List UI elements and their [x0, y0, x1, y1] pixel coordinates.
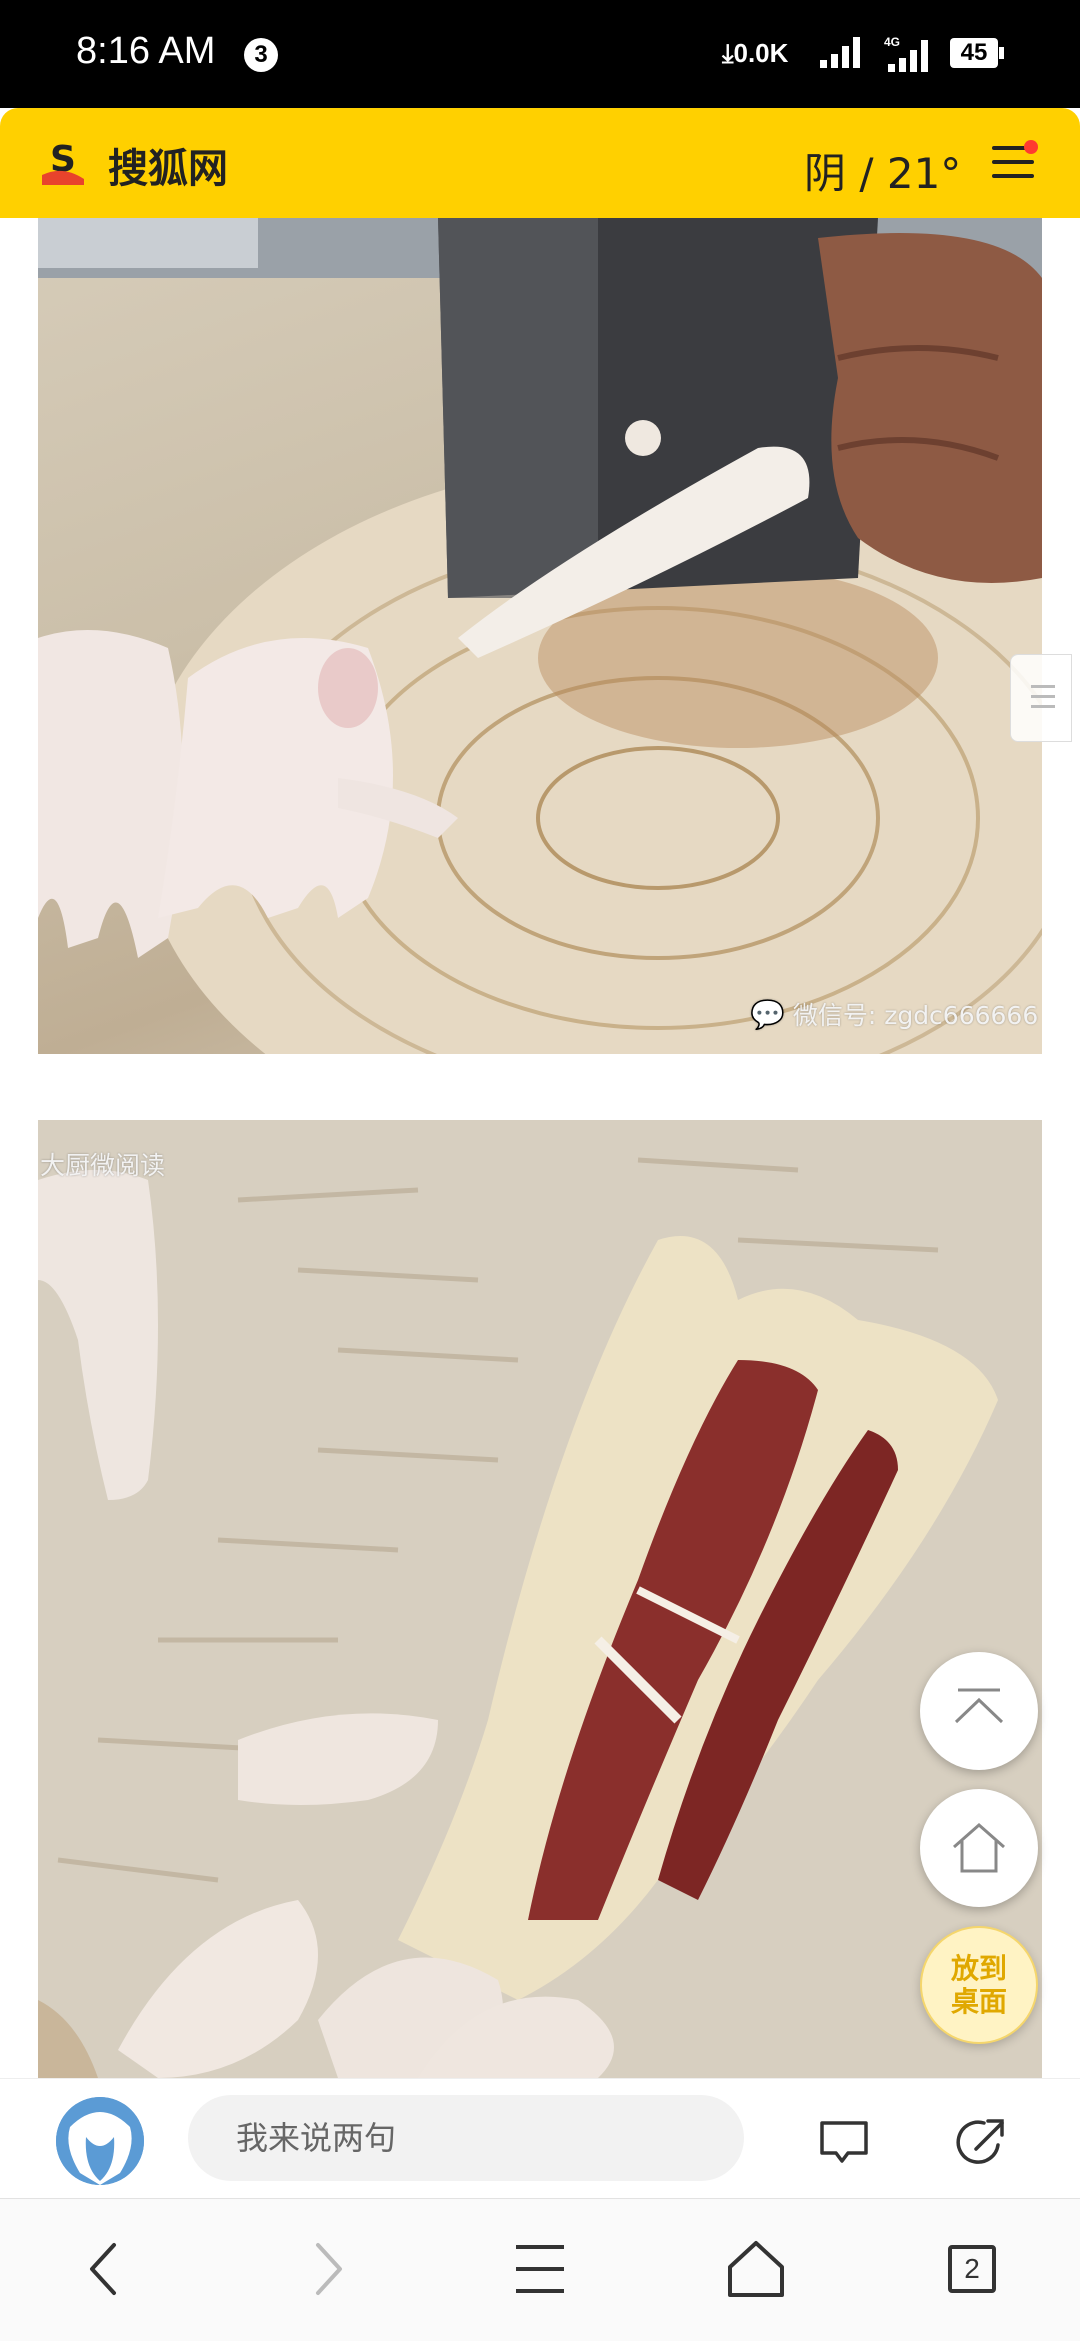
- chopping-chicken-feet-image: [38, 218, 1042, 1054]
- add-to-desktop-button[interactable]: 放到桌面: [920, 1926, 1038, 2044]
- tab-count: 2: [948, 2245, 996, 2293]
- tabs-button[interactable]: 2: [936, 2233, 1008, 2305]
- site-name[interactable]: 搜狐网: [108, 136, 228, 194]
- avatar[interactable]: [56, 2097, 144, 2185]
- status-bar: 8:16 AM 3 ⤓0.0K 4G 45: [0, 0, 1080, 108]
- home-icon: [953, 1823, 1005, 1873]
- signal-icon: [820, 37, 860, 68]
- status-time: 8:16 AM: [76, 30, 216, 72]
- weather-info[interactable]: 阴 / 21°: [804, 140, 961, 201]
- home-floating-button[interactable]: [920, 1789, 1038, 1907]
- share-icon[interactable]: [952, 2111, 1012, 2171]
- photo1-watermark-text: 微信号: zgdc666666: [792, 1001, 1039, 1030]
- signal-4g-icon: 4G: [884, 35, 928, 72]
- menu-notification-dot: [1024, 140, 1038, 154]
- forward-icon[interactable]: [290, 2233, 362, 2305]
- add-to-desktop-label: 放到桌面: [950, 1952, 1007, 2018]
- comment-icon[interactable]: [814, 2111, 874, 2171]
- fox-avatar-icon: [56, 2097, 144, 2185]
- article-content[interactable]: 💬 微信号: zgdc666666 大厨微阅读: [0, 218, 1080, 2078]
- deboned-chicken-foot-image: [38, 1120, 1042, 2078]
- comment-input[interactable]: 我来说两句: [188, 2095, 744, 2181]
- photo2-watermark: 大厨微阅读: [40, 1151, 166, 1180]
- network-type-label: 4G: [884, 35, 900, 49]
- side-drag-handle[interactable]: [1010, 654, 1072, 742]
- notification-badge: 3: [244, 38, 278, 72]
- browser-nav-bar: 2: [0, 2198, 1080, 2341]
- back-icon[interactable]: [70, 2233, 142, 2305]
- network-speed-value: 0.0K: [733, 38, 789, 68]
- wechat-icon: 💬: [750, 998, 785, 1031]
- site-header: S 搜狐网 阴 / 21°: [0, 108, 1080, 218]
- home-nav-icon[interactable]: [720, 2233, 792, 2305]
- article-image-2[interactable]: 大厨微阅读: [38, 1120, 1042, 2078]
- comment-bar: 我来说两句: [0, 2078, 1080, 2197]
- photo1-watermark: 💬 微信号: zgdc666666: [750, 996, 1038, 1032]
- network-speed: ⤓0.0K: [722, 38, 789, 68]
- arrow-up-icon: [954, 1688, 1004, 1724]
- back-to-top-button[interactable]: [920, 1652, 1038, 1770]
- menu-list-icon[interactable]: [504, 2233, 576, 2305]
- battery-icon: 45: [950, 38, 1004, 68]
- sohu-logo-icon[interactable]: S: [36, 135, 90, 189]
- article-image-1[interactable]: 💬 微信号: zgdc666666: [38, 218, 1042, 1054]
